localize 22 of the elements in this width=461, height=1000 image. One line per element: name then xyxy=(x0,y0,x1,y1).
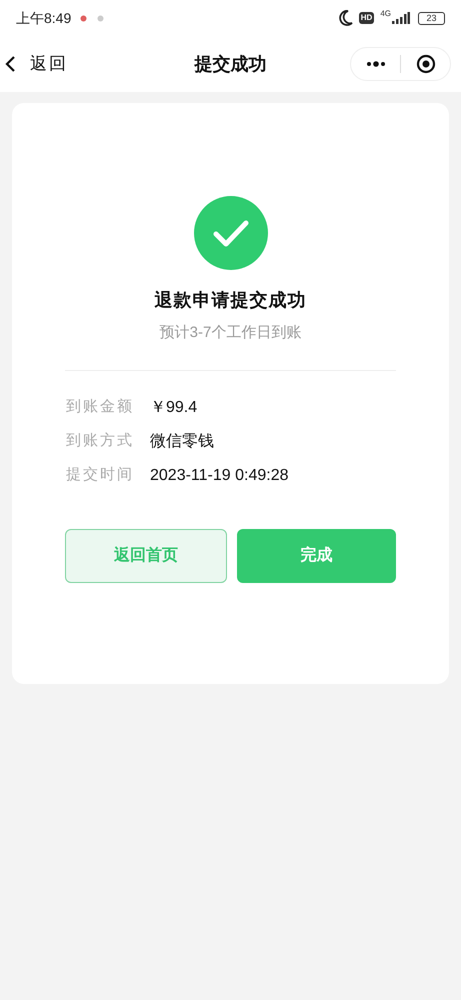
detail-label: 到账方式 xyxy=(66,431,135,452)
hd-badge: HD xyxy=(358,12,374,24)
detail-value: 2023-11-19 0:49:28 xyxy=(150,466,288,486)
status-time: 上午8:49 xyxy=(16,8,72,28)
result-title: 退款申请提交成功 xyxy=(154,289,306,312)
detail-value: ￥99.4 xyxy=(150,398,198,418)
target-icon xyxy=(416,54,436,74)
result-subtitle: 预计3-7个工作日到账 xyxy=(160,323,302,343)
detail-label: 到账金额 xyxy=(66,397,135,418)
page-title: 提交成功 xyxy=(194,52,266,76)
signal-icon xyxy=(392,12,410,24)
success-check-icon xyxy=(194,196,268,270)
home-button[interactable]: 返回首页 xyxy=(65,528,226,582)
chevron-left-icon xyxy=(4,54,18,74)
network-label: 4G xyxy=(380,10,391,18)
more-icon xyxy=(366,61,386,67)
done-button[interactable]: 完成 xyxy=(236,528,396,582)
detail-label: 提交时间 xyxy=(66,465,135,486)
moon-icon xyxy=(338,10,353,26)
battery-indicator: 23 xyxy=(418,12,445,24)
detail-value: 微信零钱 xyxy=(150,432,214,452)
back-button[interactable]: 返回 xyxy=(0,51,68,77)
